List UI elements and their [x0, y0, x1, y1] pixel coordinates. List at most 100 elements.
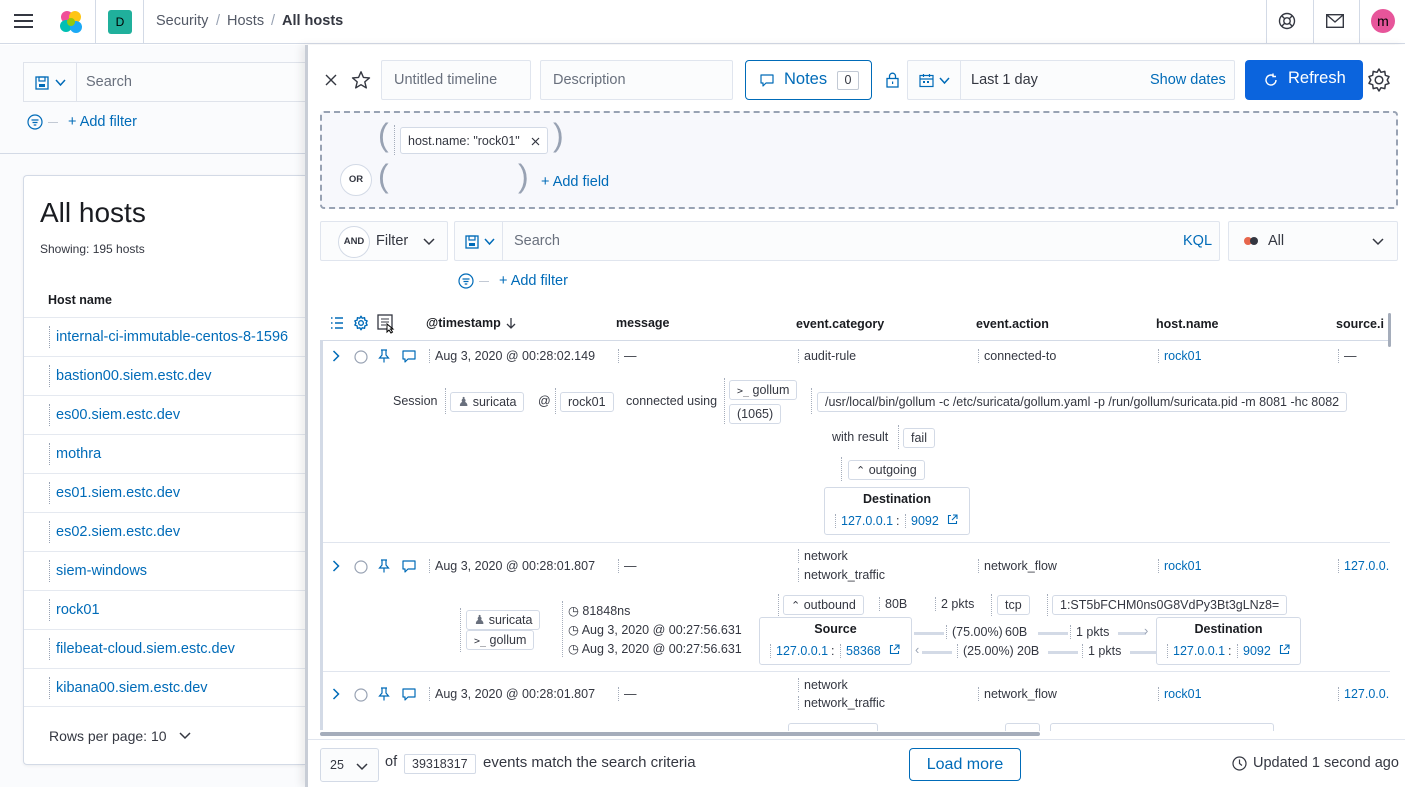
refresh-button[interactable]: Refresh [1245, 60, 1363, 100]
load-more-button[interactable]: Load more [909, 748, 1021, 781]
select-event-checkbox-icon[interactable] [354, 688, 368, 702]
host-link[interactable]: mothra [48, 443, 101, 465]
host-link[interactable]: filebeat-cloud.siem.estc.dev [49, 638, 235, 660]
close-icon[interactable] [325, 74, 337, 86]
incoming-percent[interactable]: (25.00%) [957, 644, 1014, 658]
event-source-ip[interactable]: — [1338, 349, 1357, 363]
page-search-input[interactable]: Search [86, 74, 132, 90]
timeline-add-filter-link[interactable]: + Add filter [499, 273, 568, 289]
help-icon[interactable] [1278, 12, 1296, 30]
event-category[interactable]: network [798, 678, 848, 692]
host-link[interactable]: es01.siem.estc.dev [48, 482, 180, 504]
filter-options-icon[interactable] [27, 114, 43, 130]
event-category[interactable]: network_traffic [798, 696, 885, 710]
process-pid-chip[interactable]: (1065) [729, 404, 782, 424]
column-settings-gear-icon[interactable] [353, 315, 369, 331]
add-note-icon[interactable] [402, 350, 416, 363]
column-header-timestamp[interactable]: @timestamp [426, 316, 501, 330]
sort-descending-icon[interactable] [506, 317, 516, 329]
event-host-link[interactable]: rock01 [1158, 687, 1202, 701]
outgoing-bytes[interactable]: 60B [1005, 625, 1027, 639]
data-providers-dropzone[interactable]: ( host.name: "rock01" ) OR ( ) + Add fie… [320, 111, 1398, 209]
date-range-text[interactable]: Last 1 day [971, 72, 1038, 88]
host-name-chip[interactable]: rock01 [560, 392, 614, 412]
lock-icon[interactable] [886, 72, 899, 88]
event-host-link[interactable]: rock01 [1158, 559, 1202, 573]
notes-button[interactable]: Notes 0 [745, 60, 872, 100]
incoming-bytes[interactable]: 20B [1017, 644, 1039, 658]
page-size-select[interactable]: 25 [320, 748, 379, 782]
event-message[interactable]: — [618, 559, 637, 573]
horizontal-scrollbar[interactable] [320, 732, 1040, 736]
destination-ip-link[interactable]: 127.0.0.1 [835, 514, 893, 528]
incoming-packets[interactable]: 1 pkts [1082, 644, 1121, 658]
user-name-chip[interactable]: ♟ suricata [450, 392, 525, 412]
event-host-link[interactable]: rock01 [1158, 349, 1202, 363]
select-event-checkbox-icon[interactable] [354, 560, 368, 574]
destination-ip-link[interactable]: 127.0.0.1 [1167, 644, 1225, 658]
space-avatar[interactable]: D [108, 10, 132, 34]
host-link[interactable]: rock01 [49, 599, 100, 621]
process-args-chip[interactable]: /usr/local/bin/gollum -c /etc/suricata/g… [817, 392, 1348, 412]
event-action[interactable]: network_flow [978, 687, 1057, 701]
host-link[interactable]: bastion00.siem.estc.dev [49, 365, 212, 387]
event-timestamp[interactable]: Aug 3, 2020 @ 00:28:02.149 [429, 349, 595, 363]
column-header-source-ip[interactable]: source.i [1336, 317, 1384, 331]
breadcrumb-security[interactable]: Security [156, 13, 208, 29]
outgoing-packets[interactable]: 1 pkts [1070, 625, 1109, 639]
expand-chevron-icon[interactable] [332, 688, 340, 700]
rows-per-page-button[interactable]: Rows per page: 10 [49, 728, 167, 744]
page-add-filter-link[interactable]: + Add filter [68, 114, 137, 130]
event-message[interactable]: — [618, 687, 637, 701]
process-name-chip[interactable]: >_ gollum [466, 630, 535, 650]
user-avatar[interactable]: m [1371, 9, 1395, 33]
user-name-chip[interactable]: ♟ suricata [466, 610, 541, 630]
add-note-icon[interactable] [402, 688, 416, 701]
host-link[interactable]: kibana00.siem.estc.dev [49, 677, 208, 699]
timeline-description-input[interactable]: Description [540, 60, 733, 100]
show-dates-link[interactable]: Show dates [1150, 72, 1226, 88]
filter-manager-select[interactable]: AND Filter [320, 221, 448, 261]
saved-query-menu[interactable] [24, 63, 77, 101]
event-duration[interactable]: ◷ 81848ns [568, 603, 630, 618]
external-link-icon[interactable] [889, 644, 900, 655]
column-header-event-action[interactable]: event.action [976, 317, 1049, 331]
quick-select-button[interactable] [908, 61, 961, 99]
event-category[interactable]: network [798, 549, 848, 563]
event-category[interactable]: audit-rule [798, 349, 856, 363]
saved-query-menu[interactable] [455, 222, 503, 260]
event-timestamp[interactable]: Aug 3, 2020 @ 00:28:01.807 [429, 687, 595, 701]
host-link[interactable]: internal-ci-immutable-centos-8-1596 [48, 326, 288, 348]
community-id-chip[interactable]: 1:ST5bFCHM0ns0G8VdPy3Bt3gLNz8= [1052, 595, 1288, 615]
source-ip-link[interactable]: 127.0.0.1 [770, 644, 828, 658]
menu-icon[interactable] [14, 13, 33, 29]
pin-icon[interactable] [378, 687, 390, 701]
timeline-search-input[interactable]: Search [514, 233, 560, 249]
direction-chip[interactable]: ⌃ outgoing [848, 460, 925, 480]
pin-icon[interactable] [378, 349, 390, 363]
host-name-provider-chip[interactable]: host.name: "rock01" [400, 127, 548, 154]
select-event-checkbox-icon[interactable] [354, 350, 368, 364]
vertical-scrollbar[interactable] [1388, 313, 1391, 347]
transport-chip[interactable]: tcp [997, 595, 1030, 615]
mail-icon[interactable] [1326, 14, 1344, 28]
process-name-chip[interactable]: >_ gollum [729, 380, 798, 400]
external-link-icon[interactable] [947, 514, 958, 525]
pin-icon[interactable] [378, 559, 390, 573]
favorite-star-icon[interactable] [351, 70, 371, 90]
event-end[interactable]: ◷ Aug 3, 2020 @ 00:27:56.631 [568, 641, 742, 656]
gear-icon[interactable] [1366, 67, 1392, 93]
expand-chevron-icon[interactable] [332, 350, 340, 362]
list-view-icon[interactable] [330, 317, 344, 329]
network-packets[interactable]: 2 pkts [935, 597, 974, 611]
network-bytes[interactable]: 80B [879, 597, 907, 611]
result-chip[interactable]: fail [903, 428, 935, 448]
host-link[interactable]: siem-windows [48, 560, 147, 582]
event-start[interactable]: ◷ Aug 3, 2020 @ 00:27:56.631 [568, 622, 742, 637]
row-renderer-icon[interactable] [377, 314, 395, 334]
outgoing-percent[interactable]: (75.00%) [946, 625, 1003, 639]
host-name-column-header[interactable]: Host name [48, 293, 112, 307]
event-action[interactable]: network_flow [978, 559, 1057, 573]
host-link[interactable]: es02.siem.estc.dev [48, 521, 180, 543]
add-field-button[interactable]: + Add field [541, 174, 609, 190]
